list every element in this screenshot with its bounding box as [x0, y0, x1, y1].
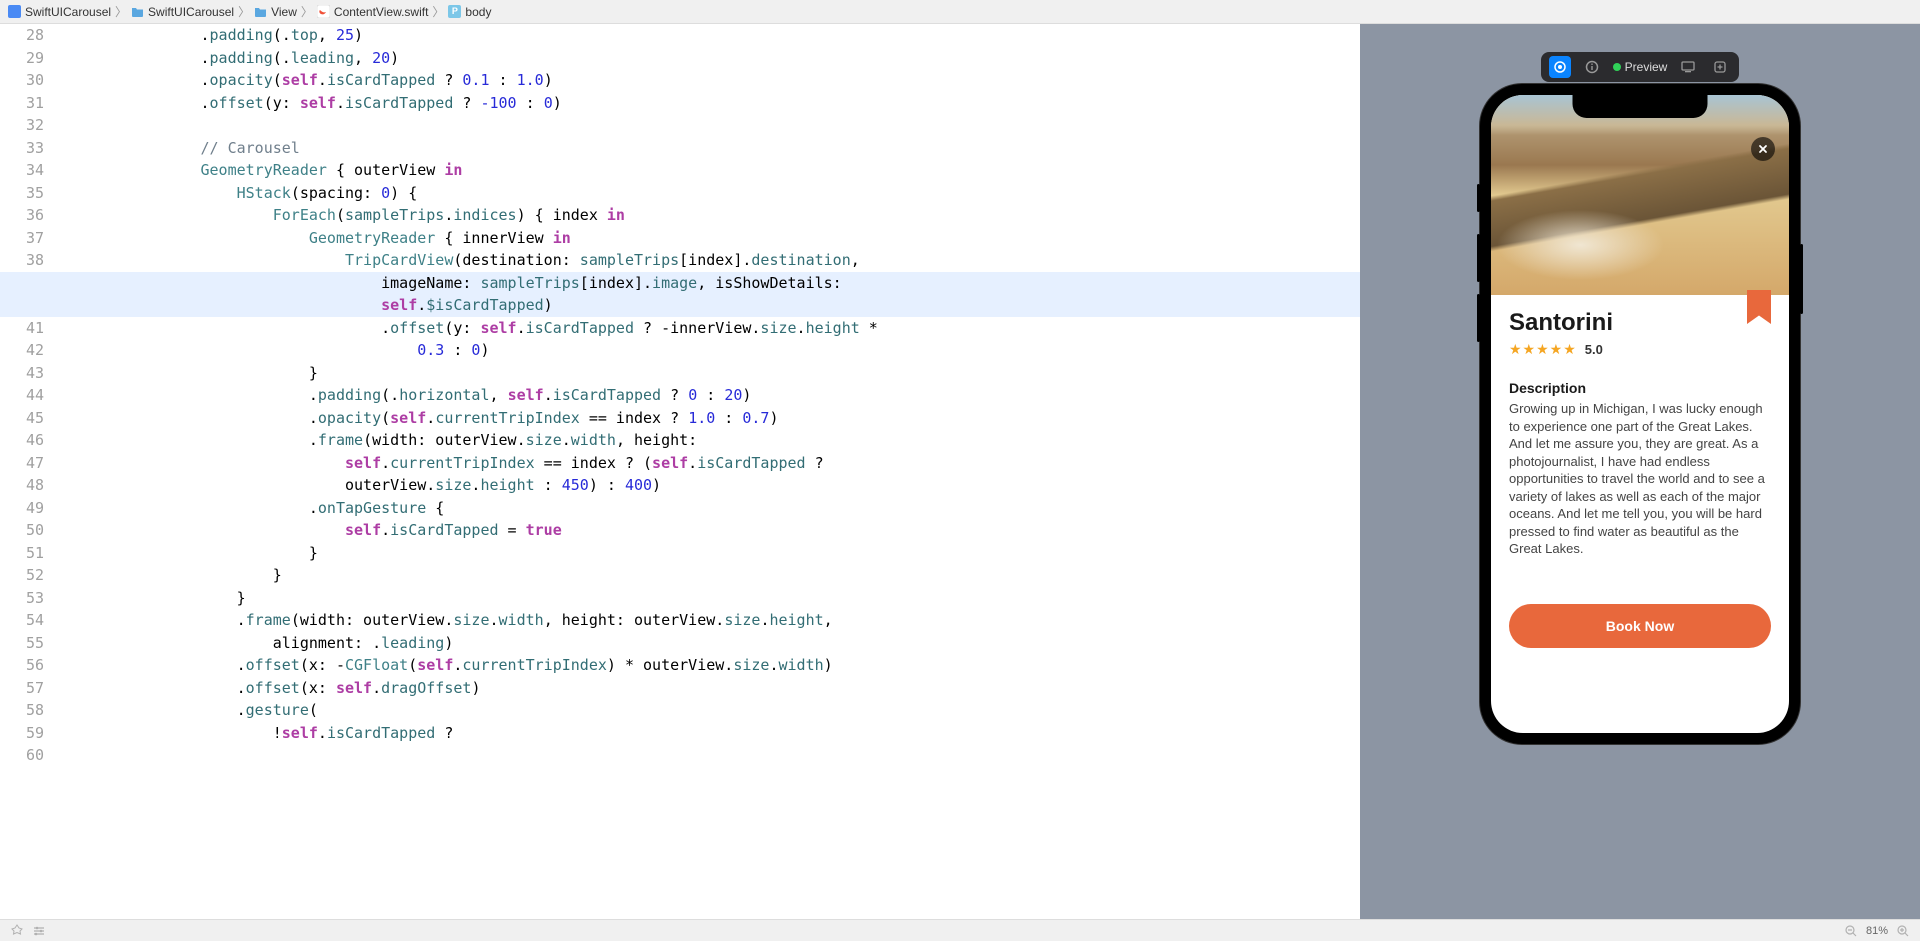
breadcrumb-separator: 〉 [236, 3, 252, 20]
description-heading: Description [1509, 380, 1771, 396]
trip-title: Santorini [1509, 309, 1771, 337]
selectable-preview-button[interactable] [1581, 56, 1603, 78]
status-dot-icon [1613, 63, 1621, 71]
adjust-icon[interactable] [32, 924, 46, 938]
project-icon [8, 5, 21, 18]
line-gutter: 2829303132333435363738394041424344454647… [0, 24, 56, 919]
breadcrumb-separator: 〉 [113, 3, 129, 20]
folder-icon [254, 5, 267, 18]
preview-label: Preview [1625, 60, 1668, 74]
property-icon: P [448, 5, 461, 18]
breadcrumb-item[interactable]: Pbody [446, 5, 493, 19]
description-body: Growing up in Michigan, I was lucky enou… [1509, 400, 1771, 558]
code-editor[interactable]: 2829303132333435363738394041424344454647… [0, 24, 1360, 919]
breadcrumb-item[interactable]: SwiftUICarousel [6, 5, 113, 19]
breadcrumb: SwiftUICarousel〉SwiftUICarousel〉View〉Con… [0, 0, 1920, 24]
device-screen[interactable]: Santorini ★★★★★ 5.0 Description Growing … [1491, 95, 1789, 733]
breadcrumb-separator: 〉 [299, 3, 315, 20]
book-now-button[interactable]: Book Now [1509, 604, 1771, 648]
folder-icon [131, 5, 144, 18]
close-icon [1757, 143, 1769, 155]
code-area[interactable]: .padding(.top, 25) .padding(.leading, 20… [56, 24, 1360, 919]
device-frame: Santorini ★★★★★ 5.0 Description Growing … [1480, 84, 1800, 744]
trip-rating: ★★★★★ 5.0 [1509, 341, 1771, 358]
add-preview-button[interactable] [1709, 56, 1731, 78]
preview-canvas: Preview Santo [1360, 24, 1920, 919]
breadcrumb-item[interactable]: View [252, 5, 299, 19]
device-settings-button[interactable] [1677, 56, 1699, 78]
rating-value: 5.0 [1585, 342, 1603, 357]
live-preview-button[interactable] [1549, 56, 1571, 78]
zoom-out-icon[interactable] [1844, 924, 1858, 938]
breadcrumb-item[interactable]: SwiftUICarousel [129, 5, 236, 19]
status-bar: 81% [0, 919, 1920, 941]
breadcrumb-item[interactable]: ContentView.swift [315, 5, 431, 19]
preview-status: Preview [1613, 60, 1668, 74]
device-notch [1573, 94, 1708, 118]
close-button[interactable] [1751, 137, 1775, 161]
swift-file-icon [317, 5, 330, 18]
breadcrumb-separator: 〉 [430, 3, 446, 20]
zoom-in-icon[interactable] [1896, 924, 1910, 938]
zoom-level: 81% [1866, 925, 1888, 937]
stars-icon: ★★★★★ [1509, 341, 1577, 358]
trip-hero-image [1491, 95, 1789, 295]
preview-toolbar: Preview [1541, 52, 1740, 82]
pin-icon[interactable] [10, 924, 24, 938]
